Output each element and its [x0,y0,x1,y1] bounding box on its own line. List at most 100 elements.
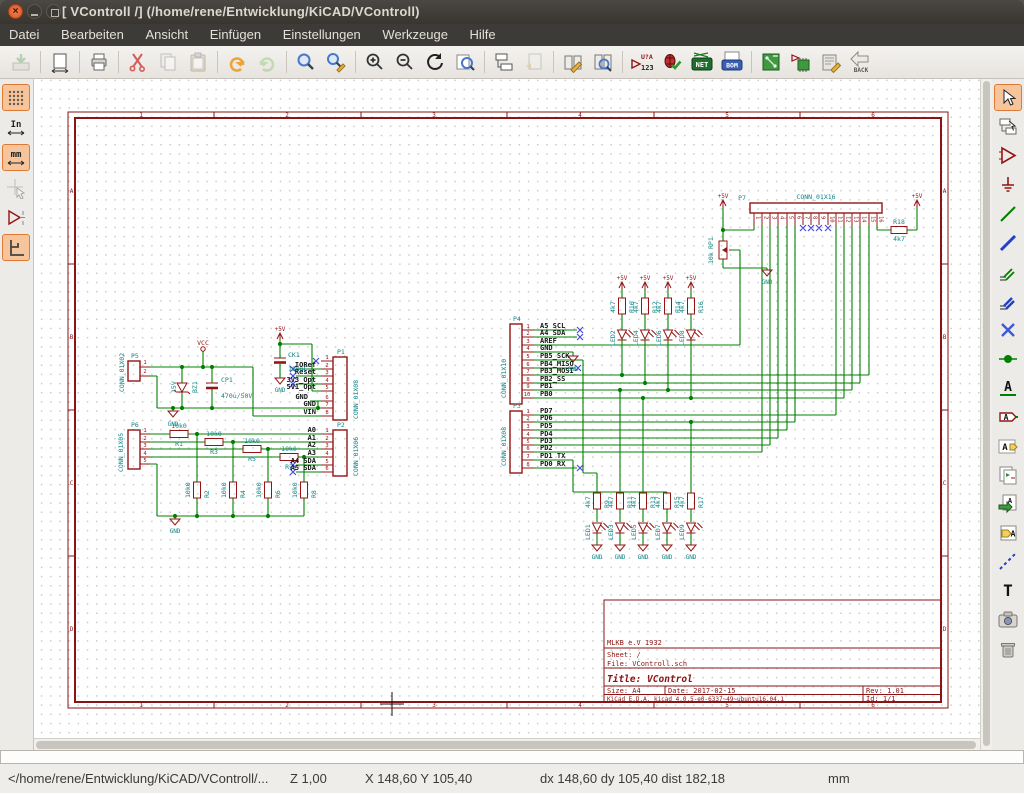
cut-icon[interactable] [123,48,153,76]
svg-text:R3: R3 [210,448,218,456]
zoom-in-button[interactable] [360,48,390,76]
status-zoom: Z 1,00 [290,771,327,786]
units-mm-icon[interactable]: mm [2,144,30,171]
window-titlebar[interactable]: × [ VControll /] (/home/rene/Entwicklung… [0,0,1024,25]
svg-text:1: 1 [755,216,761,219]
run-pcbnew-button[interactable] [756,48,786,76]
svg-text:P7: P7 [738,194,746,202]
cursor-shape-icon[interactable] [2,174,30,201]
svg-text:2: 2 [285,112,289,119]
svg-text:5: 5 [788,216,794,219]
svg-text:5: 5 [325,385,328,391]
menu-werkzeuge[interactable]: Werkzeuge [373,24,457,46]
hidden-pins-icon[interactable] [2,204,30,231]
svg-text:KiCad E.D.A. kicad 4.0.5-e0-6: KiCad E.D.A. kicad 4.0.5-e0-6337~49~ubun… [607,696,784,703]
svg-text:5: 5 [725,112,729,119]
place-power-icon[interactable] [994,171,1022,198]
units-inch-icon[interactable]: In [2,114,30,141]
svg-text:GND: GND [762,279,773,286]
back-import-button[interactable]: BACK [846,48,876,76]
svg-text:1: 1 [143,428,146,434]
svg-text:6: 6 [871,702,875,709]
wire-to-bus-entry-icon[interactable] [994,258,1022,285]
erc-button[interactable] [657,48,687,76]
svg-text:2: 2 [143,369,146,375]
bitmap-image-icon[interactable] [994,606,1022,633]
svg-text:6: 6 [325,466,328,472]
find-replace-button[interactable] [321,48,351,76]
svg-text:4: 4 [526,346,530,352]
leave-sheet-button[interactable] [519,48,549,76]
left-toolbar: In mm [0,79,34,750]
window-maximize-button[interactable] [46,4,61,19]
hierarchy-navigator-button[interactable] [489,48,519,76]
menu-einfuegen[interactable]: Einfügen [201,24,270,46]
main-toolbar: U?A123 NET BOM BACK [0,46,1024,79]
svg-text:1: 1 [139,702,143,709]
global-label-icon[interactable]: A [994,403,1022,430]
redo-button[interactable] [252,48,282,76]
cvpcb-button[interactable] [786,48,816,76]
svg-text:+5V: +5V [640,275,651,282]
svg-text:4: 4 [143,451,147,457]
window-close-button[interactable]: × [8,4,23,19]
menu-einstellungen[interactable]: Einstellungen [274,24,370,46]
import-sheet-pin-icon[interactable]: A [994,490,1022,517]
select-tool-icon[interactable] [994,84,1022,111]
pcb-footprint-button[interactable] [816,48,846,76]
no-connect-icon[interactable] [994,316,1022,343]
graphic-line-icon[interactable] [994,548,1022,575]
schematic-canvas[interactable]: 123456 123456 ABCD ABCD MLKB e.V 1932 Sh… [34,79,980,738]
svg-text:NET: NET [696,61,709,69]
svg-text:Title: VControl: Title: VControl [607,674,693,685]
library-editor-button[interactable] [558,48,588,76]
undo-button[interactable] [222,48,252,76]
svg-text:Sheet: /: Sheet: / [607,651,641,659]
net-label-icon[interactable]: A [994,374,1022,401]
menu-datei[interactable]: Datei [0,24,48,46]
svg-text:6: 6 [796,216,802,219]
svg-text:2: 2 [325,436,328,442]
sheet-pin-icon[interactable]: A [994,519,1022,546]
svg-text:PD2: PD2 [540,444,553,452]
highlight-net-icon[interactable] [994,113,1022,140]
copy-button[interactable] [153,48,183,76]
status-units: mm [828,771,850,786]
svg-text:CONN_01X10: CONN_01X10 [500,359,508,398]
hierarchical-label-icon[interactable]: A [994,432,1022,459]
netlist-button[interactable]: NET [687,48,717,76]
svg-text:2: 2 [763,216,769,219]
svg-text:5: 5 [325,459,328,465]
save-button[interactable] [6,48,36,76]
delete-tool-icon[interactable] [994,635,1022,662]
svg-text:12: 12 [845,216,851,223]
find-button[interactable] [291,48,321,76]
menu-ansicht[interactable]: Ansicht [137,24,198,46]
page-settings-button[interactable] [45,48,75,76]
library-browser-button[interactable] [588,48,618,76]
bus-to-bus-entry-icon[interactable] [994,287,1022,314]
hv-orientation-icon[interactable] [2,234,30,261]
text-tool-icon[interactable]: T [994,577,1022,604]
zoom-out-button[interactable] [390,48,420,76]
hierarchical-sheet-icon[interactable] [994,461,1022,488]
svg-text:LED8: LED8 [678,330,686,346]
place-wire-icon[interactable] [994,200,1022,227]
vertical-scrollbar[interactable] [980,79,992,750]
svg-text:CONN_01X06: CONN_01X06 [352,437,360,476]
grid-toggle-icon[interactable] [2,84,30,111]
redraw-button[interactable] [420,48,450,76]
svg-text:B: B [943,334,947,341]
paste-button[interactable] [183,48,213,76]
bom-button[interactable]: BOM [717,48,747,76]
menu-hilfe[interactable]: Hilfe [461,24,505,46]
svg-text:T: T [1003,581,1013,600]
menu-bearbeiten[interactable]: Bearbeiten [52,24,133,46]
annotate-button[interactable]: U?A123 [627,48,657,76]
junction-icon[interactable] [994,345,1022,372]
place-bus-icon[interactable] [994,229,1022,256]
zoom-fit-button[interactable] [450,48,480,76]
print-button[interactable] [84,48,114,76]
window-minimize-button[interactable] [27,4,42,19]
place-component-icon[interactable] [994,142,1022,169]
